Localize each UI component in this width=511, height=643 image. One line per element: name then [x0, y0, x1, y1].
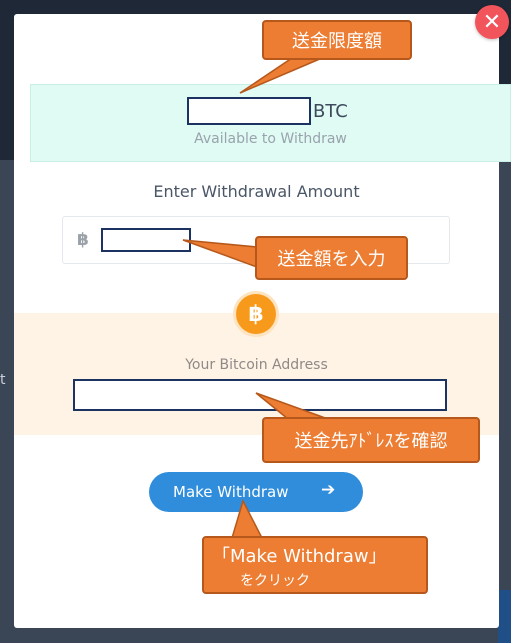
bitcoin-address-input[interactable] — [73, 379, 447, 411]
amount-callout: 送金額を入力 — [255, 236, 408, 280]
background-text: t — [0, 372, 6, 388]
limit-callout: 送金限度額 — [262, 20, 412, 60]
arrow-right-icon: ➔ — [321, 480, 336, 500]
bitcoin-icon: ฿ — [77, 230, 89, 250]
amount-callout-text: 送金額を入力 — [277, 249, 386, 270]
available-balance-panel: BTC Available to Withdraw — [30, 84, 511, 162]
close-button[interactable]: ✕ — [475, 5, 509, 39]
address-label: Your Bitcoin Address — [185, 357, 328, 373]
available-unit: BTC — [313, 101, 348, 122]
withdraw-amount-title: Enter Withdrawal Amount — [153, 182, 360, 201]
background-element — [498, 590, 511, 643]
bitcoin-coin-icon: ฿ — [236, 294, 276, 334]
button-callout-line2: をクリック — [240, 573, 310, 589]
make-withdraw-button[interactable]: Make Withdraw ➔ — [149, 472, 363, 512]
address-callout: 送金先ｱﾄﾞﾚｽを確認 — [262, 417, 480, 463]
button-callout: 「Make Withdraw」 をクリック — [202, 536, 428, 594]
available-amount-redacted — [187, 97, 311, 125]
limit-callout-text: 送金限度額 — [292, 31, 382, 52]
button-callout-line1: 「Make Withdraw」 — [212, 546, 387, 567]
make-withdraw-label: Make Withdraw — [173, 483, 289, 501]
amount-value-redacted — [101, 228, 191, 252]
address-callout-text: 送金先ｱﾄﾞﾚｽを確認 — [294, 431, 448, 452]
available-label: Available to Withdraw — [194, 131, 347, 147]
